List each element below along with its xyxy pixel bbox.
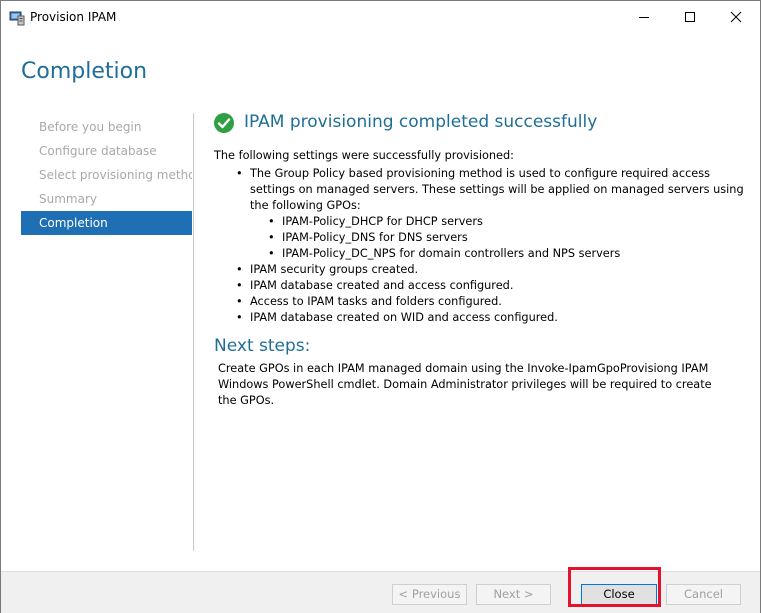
list-item-text: The Group Policy based provisioning meth…	[250, 167, 744, 212]
previous-button[interactable]: < Previous	[392, 584, 467, 605]
next-steps-text: Create GPOs in each IPAM managed domain …	[218, 362, 712, 407]
provisioned-settings-list: The Group Policy based provisioning meth…	[214, 166, 744, 326]
close-window-button[interactable]	[713, 1, 759, 33]
intro-text: The following settings were successfully…	[214, 149, 514, 162]
list-item: IPAM database created and access configu…	[214, 278, 744, 294]
server-manager-icon	[9, 10, 25, 26]
title-bar[interactable]: Provision IPAM	[1, 1, 760, 35]
status-header: IPAM provisioning completed successfully	[214, 111, 744, 137]
provision-ipam-dialog: Provision IPAM Completion Before you beg…	[0, 0, 761, 613]
window-title: Provision IPAM	[30, 10, 117, 24]
next-button[interactable]: Next >	[476, 584, 551, 605]
status-title: IPAM provisioning completed successfully	[244, 112, 598, 132]
list-item: IPAM security groups created.	[214, 262, 744, 278]
gpo-list: IPAM-Policy_DHCP for DHCP servers IPAM-P…	[250, 214, 744, 262]
next-steps-heading: Next steps:	[214, 336, 311, 356]
list-item: Access to IPAM tasks and folders configu…	[214, 294, 744, 310]
gpo-item: IPAM-Policy_DHCP for DHCP servers	[250, 214, 744, 230]
nav-item-summary[interactable]: Summary	[21, 187, 192, 211]
gpo-item: IPAM-Policy_DNS for DNS servers	[250, 230, 744, 246]
maximize-icon	[685, 12, 695, 22]
nav-item-completion[interactable]: Completion	[21, 211, 192, 235]
success-check-icon	[214, 113, 234, 133]
highlight-box	[568, 567, 661, 607]
nav-item-configure-database[interactable]: Configure database	[21, 139, 192, 163]
list-item: The Group Policy based provisioning meth…	[214, 166, 744, 262]
gpo-item: IPAM-Policy_DC_NPS for domain controller…	[250, 246, 744, 262]
page-title: Completion	[21, 59, 148, 84]
maximize-button[interactable]	[667, 1, 713, 33]
cancel-button[interactable]: Cancel	[666, 584, 741, 605]
main-content: IPAM provisioning completed successfully…	[214, 111, 744, 409]
wizard-steps-nav: Before you begin Configure database Sele…	[21, 115, 192, 235]
nav-item-before-you-begin[interactable]: Before you begin	[21, 115, 192, 139]
minimize-button[interactable]	[621, 1, 667, 33]
minimize-icon	[639, 17, 649, 18]
list-item: IPAM database created on WID and access …	[214, 310, 744, 326]
close-icon	[730, 11, 742, 23]
nav-item-select-provisioning-method[interactable]: Select provisioning method	[21, 163, 192, 187]
nav-divider	[193, 113, 194, 551]
